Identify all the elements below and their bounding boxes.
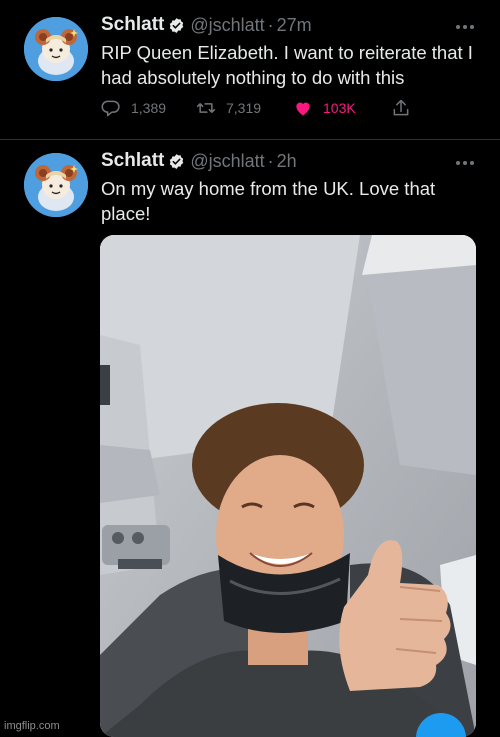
tweet[interactable]: Schlatt @jschlatt · 2h On my way home fr… xyxy=(0,140,500,737)
like-count: 103K xyxy=(323,100,356,116)
separator-dot: · xyxy=(267,14,274,35)
tweet-header: Schlatt @jschlatt · 27m xyxy=(101,14,312,36)
airplane-selfie-image xyxy=(100,235,476,737)
like-button[interactable]: 103K xyxy=(293,98,356,118)
share-icon xyxy=(393,99,409,116)
reply-icon xyxy=(101,100,120,117)
retweet-button[interactable]: 7,319 xyxy=(196,98,261,118)
share-button[interactable] xyxy=(391,98,421,118)
more-options-icon[interactable] xyxy=(456,24,474,30)
tweet[interactable]: Schlatt @jschlatt · 27m RIP Queen Elizab… xyxy=(0,0,500,140)
watermark: imgflip.com xyxy=(4,720,60,732)
reply-button[interactable]: 1,389 xyxy=(101,98,166,118)
tweet-text: RIP Queen Elizabeth. I want to reiterate… xyxy=(101,42,473,88)
verified-badge-icon xyxy=(168,153,185,170)
tweet-actions: 1,389 7,319 103K xyxy=(101,98,421,122)
timestamp[interactable]: 2h xyxy=(277,151,297,172)
author-name[interactable]: Schlatt xyxy=(101,150,164,172)
tweet-header: Schlatt @jschlatt · 2h xyxy=(101,150,297,172)
avatar[interactable] xyxy=(24,17,88,81)
reply-count: 1,389 xyxy=(131,100,167,116)
retweet-icon xyxy=(196,103,216,113)
author-handle[interactable]: @jschlatt xyxy=(190,151,264,172)
author-name[interactable]: Schlatt xyxy=(101,14,164,36)
tweet-text: On my way home from the UK. Love that pl… xyxy=(101,178,436,224)
verified-badge-icon xyxy=(168,17,185,34)
separator-dot: · xyxy=(267,150,274,171)
author-handle[interactable]: @jschlatt xyxy=(190,15,264,36)
heart-icon xyxy=(296,102,310,116)
avatar[interactable] xyxy=(24,153,88,217)
timestamp[interactable]: 27m xyxy=(277,15,312,36)
retweet-count: 7,319 xyxy=(226,100,262,116)
tweet-photo[interactable] xyxy=(100,235,476,737)
more-options-icon[interactable] xyxy=(456,160,474,166)
